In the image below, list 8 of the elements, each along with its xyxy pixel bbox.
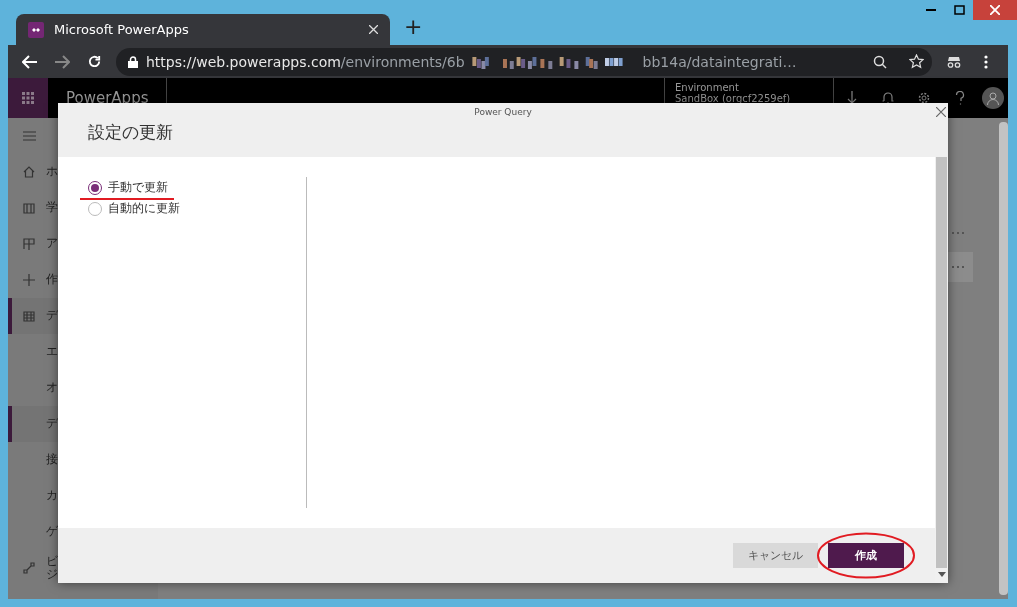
url-path: bb14a/dataintegrati… — [642, 53, 797, 70]
option-label: 手動で更新 — [108, 179, 168, 196]
tab-title: Microsoft PowerApps — [54, 22, 190, 37]
url-host: https://web.powerapps.com — [146, 53, 341, 70]
url-path: /environments/6b — [340, 53, 465, 70]
dialog-title: 設定の更新 — [88, 121, 173, 144]
option-label: 自動的に更新 — [108, 200, 180, 217]
dialog-source: Power Query — [474, 107, 532, 117]
